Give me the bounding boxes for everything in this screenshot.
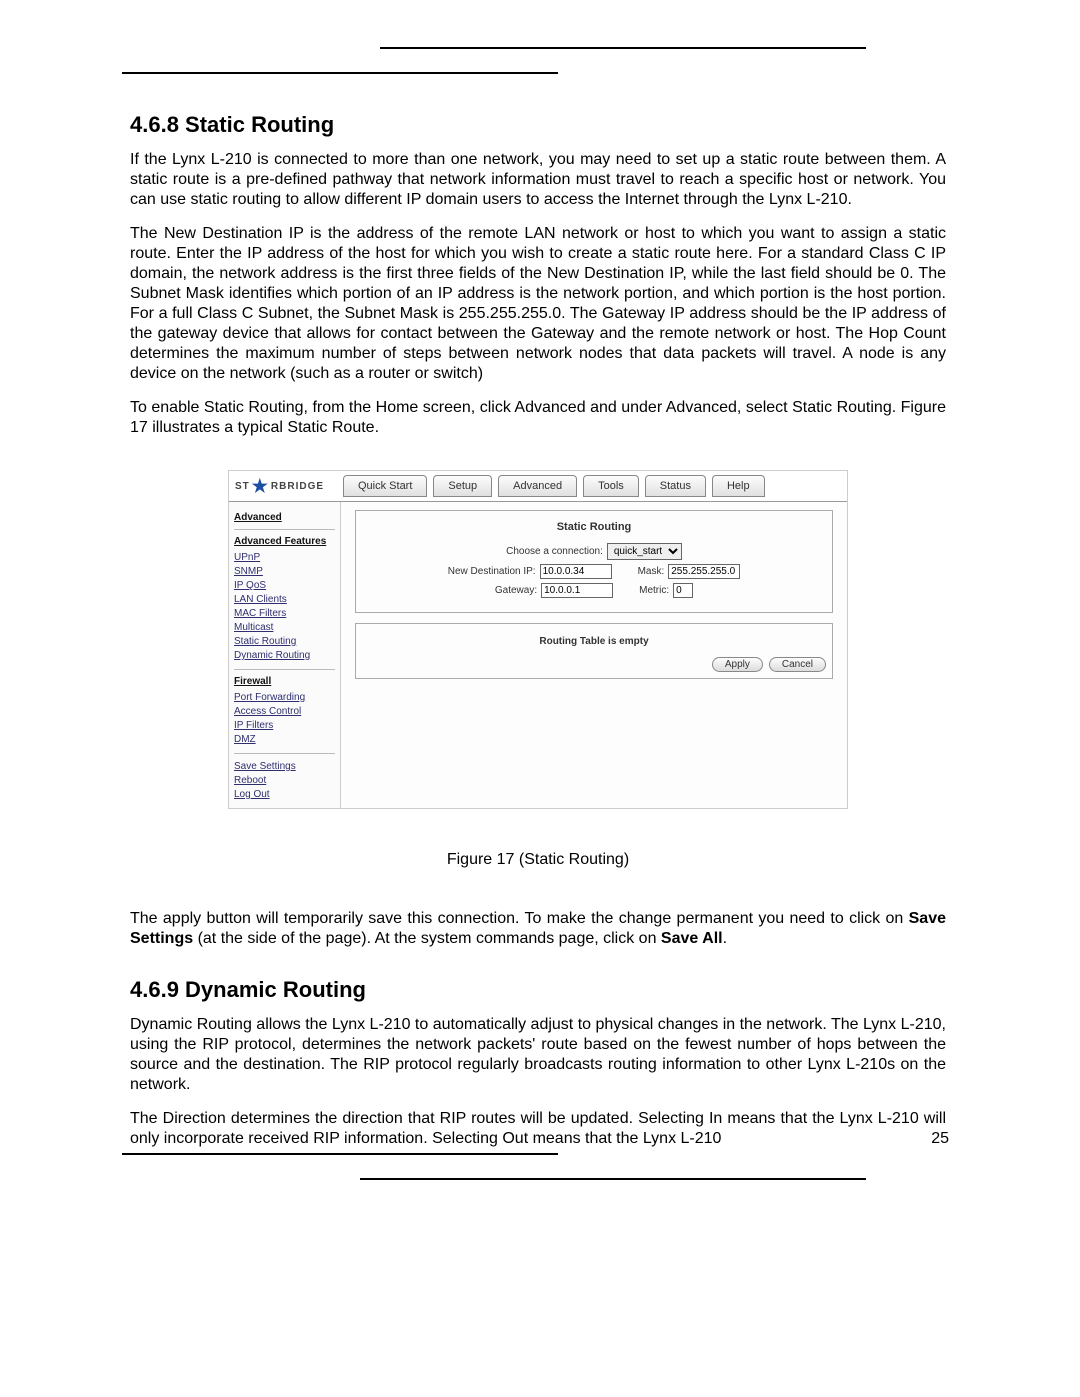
tab-status[interactable]: Status	[645, 475, 706, 497]
static-routing-card: Static Routing Choose a connection: quic…	[355, 510, 833, 613]
connection-select[interactable]: quick_start	[607, 543, 682, 560]
tab-tools[interactable]: Tools	[583, 475, 639, 497]
router-main-panel: Static Routing Choose a connection: quic…	[341, 502, 847, 808]
gateway-input[interactable]	[541, 583, 613, 598]
metric-input[interactable]	[673, 583, 693, 598]
sidebar-divider	[234, 529, 335, 530]
gateway-metric-row: Gateway: Metric:	[366, 583, 822, 598]
paragraph: The apply button will temporarily save t…	[130, 909, 946, 949]
paragraph: If the Lynx L-210 is connected to more t…	[130, 150, 946, 210]
tab-quick-start[interactable]: Quick Start	[343, 475, 427, 497]
metric-label: Metric:	[639, 585, 669, 596]
bold-save-all: Save All	[661, 930, 723, 947]
router-logo: ST ★ RBRIDGE	[235, 481, 340, 492]
card-title: Static Routing	[366, 521, 822, 533]
mask-label: Mask:	[638, 566, 665, 577]
sidebar-divider	[234, 669, 335, 670]
sidebar-item-upnp[interactable]: UPnP	[234, 551, 335, 565]
logo-text-left: ST	[235, 481, 250, 492]
sidebar-heading-firewall: Firewall	[234, 676, 335, 687]
button-row: Apply Cancel	[362, 653, 826, 672]
sidebar-item-dmz[interactable]: DMZ	[234, 733, 335, 747]
gateway-label: Gateway:	[495, 585, 537, 596]
sidebar-item-reboot[interactable]: Reboot	[234, 774, 335, 788]
sidebar-divider	[234, 753, 335, 754]
page-number: 25	[931, 1130, 949, 1148]
sidebar-item-snmp[interactable]: SNMP	[234, 565, 335, 579]
tab-advanced[interactable]: Advanced	[498, 475, 577, 497]
sidebar-item-mac-filters[interactable]: MAC Filters	[234, 607, 335, 621]
star-icon: ★	[252, 482, 269, 491]
sidebar-item-static-routing[interactable]: Static Routing	[234, 635, 335, 649]
sidebar-item-ipqos[interactable]: IP QoS	[234, 579, 335, 593]
dest-mask-row: New Destination IP: Mask:	[366, 564, 822, 579]
sidebar-item-port-forwarding[interactable]: Port Forwarding	[234, 691, 335, 705]
paragraph: To enable Static Routing, from the Home …	[130, 398, 946, 438]
paragraph: The Direction determines the direction t…	[130, 1109, 946, 1149]
footer-rule-right	[360, 1178, 866, 1180]
sidebar-item-lan-clients[interactable]: LAN Clients	[234, 593, 335, 607]
section-heading-dynamic-routing: 4.6.9 Dynamic Routing	[130, 977, 946, 1003]
sidebar-item-dynamic-routing[interactable]: Dynamic Routing	[234, 649, 335, 663]
cancel-button[interactable]: Cancel	[769, 657, 826, 672]
tab-help[interactable]: Help	[712, 475, 765, 497]
choose-connection-label: Choose a connection:	[506, 546, 603, 557]
tab-setup[interactable]: Setup	[433, 475, 492, 497]
connection-row: Choose a connection: quick_start	[366, 543, 822, 560]
sidebar-heading-advanced-features: Advanced Features	[234, 536, 335, 547]
sidebar-item-multicast[interactable]: Multicast	[234, 621, 335, 635]
new-destination-ip-label: New Destination IP:	[448, 566, 536, 577]
router-sidebar: Advanced Advanced Features UPnP SNMP IP …	[229, 502, 341, 808]
paragraph: The New Destination IP is the address of…	[130, 224, 946, 384]
sidebar-item-ip-filters[interactable]: IP Filters	[234, 719, 335, 733]
apply-button[interactable]: Apply	[712, 657, 763, 672]
router-body: Advanced Advanced Features UPnP SNMP IP …	[229, 502, 847, 808]
figure-caption: Figure 17 (Static Routing)	[130, 851, 946, 869]
new-destination-ip-input[interactable]	[540, 564, 612, 579]
routing-table-empty-message: Routing Table is empty	[362, 630, 826, 653]
header-rule-left	[122, 72, 558, 74]
section-heading-static-routing: 4.6.8 Static Routing	[130, 112, 946, 138]
figure-wrapper: ST ★ RBRIDGE Quick Start Setup Advanced …	[130, 470, 946, 869]
sidebar-heading-advanced: Advanced	[234, 512, 335, 523]
paragraph: Dynamic Routing allows the Lynx L-210 to…	[130, 1015, 946, 1095]
mask-input[interactable]	[668, 564, 740, 579]
sidebar-item-access-control[interactable]: Access Control	[234, 705, 335, 719]
header-rule-right	[380, 47, 866, 49]
page-content: 4.6.8 Static Routing If the Lynx L-210 i…	[130, 112, 946, 1163]
logo-text-right: RBRIDGE	[271, 481, 324, 492]
sidebar-item-save-settings[interactable]: Save Settings	[234, 760, 335, 774]
router-header: ST ★ RBRIDGE Quick Start Setup Advanced …	[229, 471, 847, 502]
sidebar-item-log-out[interactable]: Log Out	[234, 788, 335, 802]
router-ui-screenshot: ST ★ RBRIDGE Quick Start Setup Advanced …	[228, 470, 848, 809]
routing-table-card: Routing Table is empty Apply Cancel	[355, 623, 833, 679]
footer-rule-left	[122, 1153, 558, 1155]
